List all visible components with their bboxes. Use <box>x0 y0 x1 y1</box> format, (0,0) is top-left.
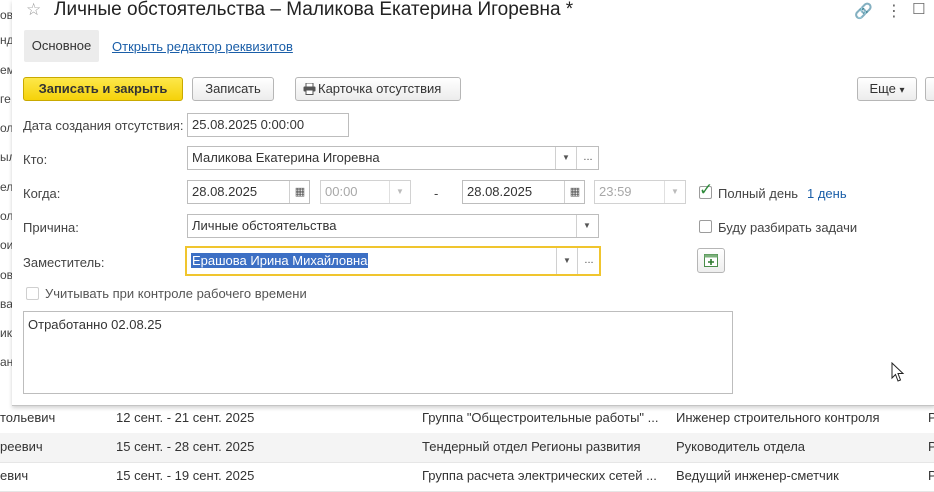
bg-fragment: ик <box>0 326 12 340</box>
review-tasks-checkbox[interactable] <box>699 220 712 233</box>
who-field[interactable]: Маликова Екатерина Игоревна ▼ ... <box>187 146 599 170</box>
bg-fragment: ге <box>0 92 11 106</box>
bg-fragment: ол <box>0 209 12 223</box>
table-row[interactable]: тольевич 12 сент. - 21 сент. 2025 Группа… <box>0 404 934 434</box>
time-from-value: 00:00 <box>325 184 358 199</box>
comment-textarea[interactable]: Отработанно 02.08.25 <box>23 311 733 394</box>
date-to-field[interactable]: 28.08.2025 ▦ <box>462 180 585 204</box>
save-button[interactable]: Записать <box>192 77 274 101</box>
tab-main[interactable]: Основное <box>24 30 99 62</box>
chevron-down-icon[interactable]: ▼ <box>576 215 597 237</box>
absence-dialog: ☆ Личные обстоятельства – Маликова Екате… <box>12 0 934 406</box>
extra-toolbar-button[interactable] <box>925 77 934 101</box>
table-row[interactable]: реевич 15 сент. - 28 сент. 2025 Тендерны… <box>0 433 934 463</box>
table-row[interactable]: евич 15 сент. - 19 сент. 2025 Группа рас… <box>0 462 934 492</box>
reason-value: Личные обстоятельства <box>192 218 337 233</box>
check-icon: ✓ <box>699 180 714 199</box>
cell-position: Инженер строительного контроля <box>676 410 880 425</box>
bg-fragment: нд <box>0 33 12 47</box>
chevron-down-icon[interactable]: ▼ <box>556 248 577 274</box>
who-value: Маликова Екатерина Игоревна <box>192 150 380 165</box>
more-button[interactable]: Еще ▾ <box>857 77 917 101</box>
days-count-link[interactable]: 1 день <box>807 186 847 201</box>
chevron-down-icon: ▾ <box>899 85 905 96</box>
cell-period: 12 сент. - 21 сент. 2025 <box>116 410 255 425</box>
absence-card-button[interactable]: Карточка отсутствия <box>295 77 461 101</box>
save-and-close-button[interactable]: Записать и закрыть <box>23 77 183 101</box>
when-label: Когда: <box>23 186 61 201</box>
time-to-value: 23:59 <box>599 184 632 199</box>
review-tasks-label: Буду разбирать задачи <box>718 220 858 235</box>
deputy-value: Ерашова Ирина Михайловна <box>191 253 369 268</box>
reason-label: Причина: <box>23 220 79 235</box>
calendar-icon[interactable]: ▦ <box>564 181 584 203</box>
deputy-field[interactable]: Ерашова Ирина Михайловна ▼ ... <box>185 246 601 276</box>
cell-position: Руководитель отдела <box>676 439 806 454</box>
chevron-down-icon[interactable]: ▼ <box>555 147 576 169</box>
calendar-icon[interactable]: ▦ <box>289 181 309 203</box>
date-from-field[interactable]: 28.08.2025 ▦ <box>187 180 310 204</box>
mouse-cursor-icon <box>891 362 905 382</box>
track-working-time-label: Учитывать при контроле рабочего времени <box>45 286 307 301</box>
dialog-title: Личные обстоятельства – Маликова Екатери… <box>54 0 574 20</box>
favorite-star-icon[interactable]: ☆ <box>26 0 41 20</box>
cell-name: тольевич <box>0 410 56 425</box>
add-deputy-button[interactable] <box>697 248 725 273</box>
date-to-value: 28.08.2025 <box>467 184 533 199</box>
full-day-label: Полный день <box>718 186 799 201</box>
created-label: Дата создания отсутствия: <box>23 118 184 133</box>
time-to-field: 23:59 ▼ <box>594 180 686 204</box>
created-date-field[interactable]: 25.08.2025 0:00:00 <box>187 113 349 137</box>
cell-department: Группа "Общестроительные работы" ... <box>422 410 659 425</box>
cell-extra: Р <box>928 410 934 425</box>
select-ellipsis-icon[interactable]: ... <box>577 248 599 274</box>
bg-fragment: ва <box>0 297 12 311</box>
bg-fragment: ов <box>0 8 12 22</box>
bg-fragment: ои <box>0 238 12 252</box>
time-from-field: 00:00 ▼ <box>320 180 411 204</box>
reason-field[interactable]: Личные обстоятельства ▼ <box>187 214 599 238</box>
add-icon <box>704 254 718 267</box>
cell-period: 15 сент. - 28 сент. 2025 <box>116 439 255 454</box>
cell-extra: Р <box>928 439 934 454</box>
bg-fragment: ан <box>0 355 12 369</box>
link-icon[interactable]: 🔗 <box>854 2 873 20</box>
chevron-down-icon: ▼ <box>389 181 410 203</box>
who-label: Кто: <box>23 152 48 167</box>
deputy-label: Заместитель: <box>23 255 105 270</box>
select-ellipsis-icon[interactable]: ... <box>576 147 598 169</box>
window-maximize-icon[interactable]: ☐ <box>912 0 925 18</box>
bg-fragment: ыл <box>0 150 12 164</box>
more-label: Еще <box>869 81 896 96</box>
bg-fragment: ем <box>0 63 12 77</box>
track-working-time-checkbox[interactable] <box>26 287 39 300</box>
absence-card-label: Карточка отсутствия <box>318 81 442 96</box>
date-range-dash: - <box>434 186 439 201</box>
date-from-value: 28.08.2025 <box>192 184 258 199</box>
printer-icon <box>303 83 316 95</box>
bg-fragment: ел <box>0 180 12 194</box>
chevron-down-icon: ▼ <box>664 181 685 203</box>
open-attributes-editor-link[interactable]: Открыть редактор реквизитов <box>112 39 293 54</box>
cell-name: реевич <box>0 439 43 454</box>
more-actions-icon[interactable]: ⋮ <box>886 1 902 21</box>
cell-department: Тендерный отдел Регионы развития <box>422 439 641 454</box>
bg-fragment: ол <box>0 121 12 135</box>
bg-fragment: ов <box>0 268 12 282</box>
full-day-checkbox[interactable]: ✓ <box>699 181 713 199</box>
